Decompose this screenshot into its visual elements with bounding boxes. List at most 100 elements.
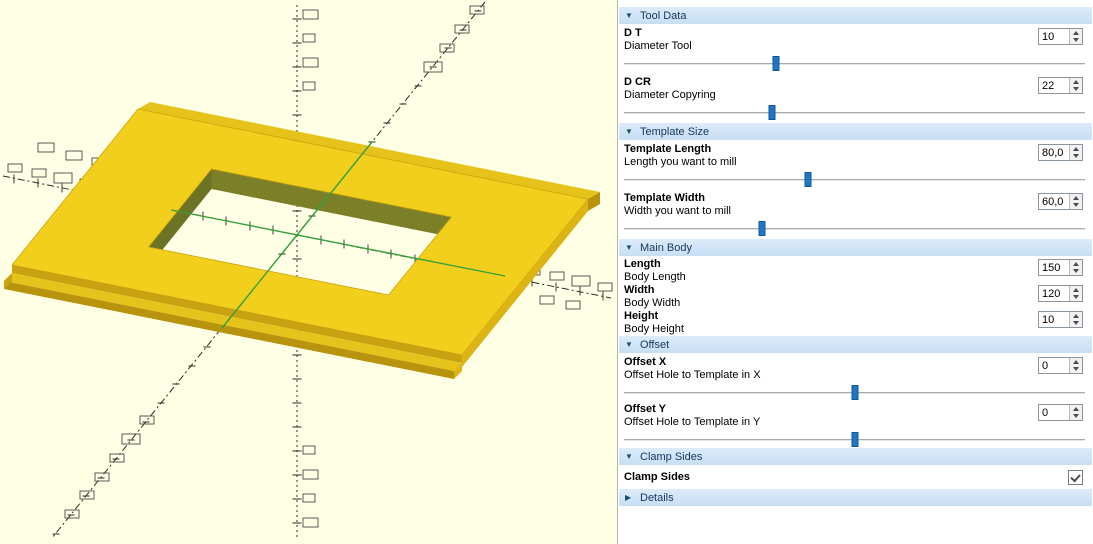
- dcr-slider[interactable]: [624, 103, 1085, 121]
- spin-down-button[interactable]: [1073, 414, 1079, 419]
- param-name: Length: [624, 258, 661, 270]
- body-height-spinbox[interactable]: 10: [1038, 311, 1083, 328]
- spin-down-button[interactable]: [1073, 154, 1079, 159]
- dt-spinbox[interactable]: 10: [1038, 28, 1083, 45]
- param-description: Body Length: [624, 271, 686, 283]
- slider-track: [624, 112, 1085, 114]
- param-name: D CR: [624, 76, 651, 88]
- section-header-tool-data[interactable]: ▼ Tool Data: [619, 7, 1092, 24]
- template-length-slider[interactable]: [624, 170, 1085, 188]
- param-dt: D T Diameter Tool 10: [618, 25, 1093, 72]
- body-width-spinbox[interactable]: 120: [1038, 285, 1083, 302]
- spin-up-button[interactable]: [1073, 146, 1079, 151]
- param-clamp-sides: Clamp Sides: [618, 466, 1093, 488]
- offset-x-slider-handle[interactable]: [851, 385, 858, 400]
- offset-y-slider-handle[interactable]: [851, 432, 858, 447]
- spinbox-value: 60,0: [1042, 196, 1064, 208]
- spin-up-button[interactable]: [1073, 79, 1079, 84]
- template-width-slider-handle[interactable]: [758, 221, 766, 236]
- offset-y-slider[interactable]: [624, 430, 1085, 447]
- section-title: Tool Data: [640, 9, 687, 22]
- section-title: Details: [640, 491, 674, 504]
- template-width-slider[interactable]: [624, 219, 1085, 237]
- template-length-slider-handle[interactable]: [804, 172, 812, 187]
- spin-up-button[interactable]: [1073, 30, 1079, 35]
- spinbox-value: 150: [1042, 262, 1061, 274]
- spinbox-value: 22: [1042, 80, 1055, 92]
- section-header-details[interactable]: ▶ Details: [619, 489, 1092, 506]
- param-template-width: Template Width Width you want to mill 60…: [618, 190, 1093, 237]
- collapse-icon: ▼: [625, 126, 633, 136]
- collapse-icon: ▼: [625, 451, 633, 461]
- collapse-icon: ▼: [625, 10, 633, 20]
- param-offset-y: Offset Y Offset Hole to Template in Y 0: [618, 401, 1093, 447]
- template-length-spinbox[interactable]: 80,0: [1038, 144, 1083, 161]
- spinbox-value: 10: [1042, 314, 1055, 326]
- param-description: Body Width: [624, 297, 681, 309]
- param-description: Diameter Tool: [624, 40, 692, 52]
- param-offset-x: Offset X Offset Hole to Template in X 0: [618, 354, 1093, 400]
- param-body-length: Length Body Length 150: [618, 257, 1093, 283]
- spin-up-button[interactable]: [1073, 195, 1079, 200]
- param-name: Offset X: [624, 356, 667, 368]
- param-description: Length you want to mill: [624, 156, 737, 168]
- spin-down-button[interactable]: [1073, 38, 1079, 43]
- section-header-template-size[interactable]: ▼ Template Size: [619, 123, 1092, 140]
- section-title: Offset: [640, 338, 670, 351]
- param-description: Body Height: [624, 323, 684, 335]
- param-name: Height: [624, 310, 659, 322]
- clamp-sides-checkbox[interactable]: [1068, 469, 1083, 485]
- dt-slider[interactable]: [624, 54, 1085, 72]
- param-name: Template Width: [624, 192, 705, 204]
- param-name: Width: [624, 284, 655, 296]
- param-template-length: Template Length Length you want to mill …: [618, 141, 1093, 188]
- section-title: Template Size: [640, 125, 710, 138]
- offset-x-slider[interactable]: [624, 383, 1085, 400]
- slider-track: [624, 228, 1085, 230]
- param-name: Clamp Sides: [624, 470, 691, 483]
- spin-up-button[interactable]: [1073, 359, 1079, 364]
- param-body-height: Height Body Height 10: [618, 309, 1093, 335]
- spin-down-button[interactable]: [1073, 87, 1079, 92]
- customizer-parameter-panel: ▼ Tool Data D T Diameter Tool 10 D CR Di…: [617, 0, 1093, 544]
- param-name: Template Length: [624, 143, 712, 155]
- spin-up-button[interactable]: [1073, 287, 1079, 292]
- section-title: Main Body: [640, 241, 692, 254]
- param-name: D T: [624, 27, 642, 39]
- body-length-spinbox[interactable]: 150: [1038, 259, 1083, 276]
- spinbox-value: 0: [1042, 360, 1049, 372]
- offset-y-spinbox[interactable]: 0: [1038, 404, 1083, 421]
- spin-down-button[interactable]: [1073, 367, 1079, 372]
- template-width-spinbox[interactable]: 60,0: [1038, 193, 1083, 210]
- slider-track: [624, 179, 1085, 181]
- spin-down-button[interactable]: [1073, 269, 1079, 274]
- spinbox-value: 80,0: [1042, 147, 1064, 159]
- param-dcr: D CR Diameter Copyring 22: [618, 74, 1093, 121]
- param-description: Offset Hole to Template in Y: [624, 416, 761, 428]
- spin-down-button[interactable]: [1073, 203, 1079, 208]
- 3d-viewport[interactable]: [0, 0, 617, 544]
- offset-x-spinbox[interactable]: 0: [1038, 357, 1083, 374]
- param-description: Offset Hole to Template in X: [624, 369, 761, 381]
- spinbox-value: 0: [1042, 407, 1049, 419]
- section-header-main-body[interactable]: ▼ Main Body: [619, 239, 1092, 256]
- spin-up-button[interactable]: [1073, 313, 1079, 318]
- param-body-width: Width Body Width 120: [618, 283, 1093, 309]
- param-description: Width you want to mill: [624, 205, 731, 217]
- spin-down-button[interactable]: [1073, 321, 1079, 326]
- dt-slider-handle[interactable]: [772, 56, 780, 71]
- section-header-clamp-sides[interactable]: ▼ Clamp Sides: [619, 448, 1092, 465]
- spinbox-value: 120: [1042, 288, 1061, 300]
- spin-down-button[interactable]: [1073, 295, 1079, 300]
- spin-up-button[interactable]: [1073, 261, 1079, 266]
- slider-track: [624, 63, 1085, 65]
- spinbox-value: 10: [1042, 31, 1055, 43]
- param-description: Diameter Copyring: [624, 89, 716, 101]
- section-title: Clamp Sides: [640, 450, 703, 463]
- section-header-offset[interactable]: ▼ Offset: [619, 336, 1092, 353]
- collapse-icon: ▼: [625, 339, 633, 349]
- dcr-slider-handle[interactable]: [768, 105, 776, 120]
- dcr-spinbox[interactable]: 22: [1038, 77, 1083, 94]
- spin-up-button[interactable]: [1073, 406, 1079, 411]
- customizer-window: ▼ Tool Data D T Diameter Tool 10 D CR Di…: [0, 0, 1093, 544]
